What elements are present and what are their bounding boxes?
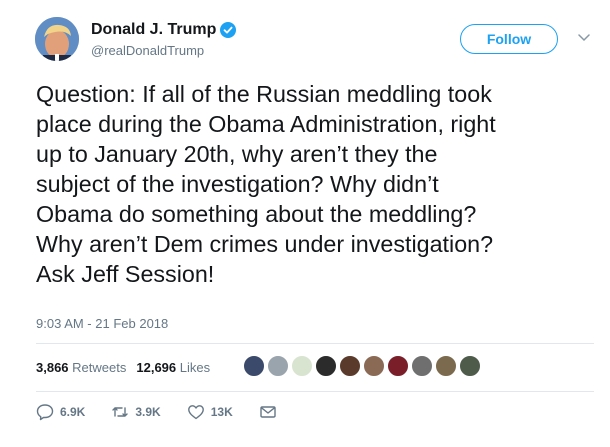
reply-icon	[36, 404, 54, 421]
liker-avatar[interactable]	[435, 355, 457, 377]
retweet-count: 3.9K	[135, 405, 161, 419]
tweet-card: Donald J. Trump @realDonaldTrump Follow …	[0, 0, 610, 447]
liker-avatar[interactable]	[339, 355, 361, 377]
like-count: 13K	[210, 405, 233, 419]
likes-label: Likes	[179, 360, 211, 375]
envelope-icon	[260, 406, 276, 418]
divider	[36, 391, 594, 392]
retweet-button[interactable]: 3.9K	[111, 403, 161, 421]
reply-button[interactable]: 6.9K	[36, 403, 85, 421]
user-handle[interactable]: @realDonaldTrump	[91, 43, 204, 58]
avatar[interactable]	[35, 17, 79, 61]
reply-count: 6.9K	[60, 405, 86, 419]
tweet-timestamp[interactable]: 9:03 AM - 21 Feb 2018	[36, 316, 168, 331]
name-row: Donald J. Trump	[91, 19, 237, 41]
likes-count: 12,696	[136, 360, 177, 375]
retweets-label: Retweets	[72, 360, 127, 375]
divider	[36, 343, 594, 344]
tweet-actions: 6.9K 3.9K 13K	[36, 403, 309, 421]
liker-avatars	[243, 355, 483, 377]
liker-avatar[interactable]	[291, 355, 313, 377]
liker-avatar[interactable]	[459, 355, 481, 377]
liker-avatar[interactable]	[411, 355, 433, 377]
chevron-down-icon[interactable]	[578, 34, 590, 42]
tweet-text: Question: If all of the Russian meddling…	[36, 81, 496, 287]
like-button[interactable]: 13K	[187, 403, 233, 421]
retweet-icon	[112, 407, 129, 417]
follow-button[interactable]: Follow	[460, 24, 558, 54]
liker-avatar[interactable]	[387, 355, 409, 377]
likes-stat[interactable]: 12,696 Likes	[136, 360, 210, 375]
retweets-count: 3,866	[36, 360, 69, 375]
direct-message-button[interactable]	[259, 403, 283, 421]
tweet-stats: 3,866 Retweets 12,696 Likes	[36, 360, 220, 375]
liker-avatar[interactable]	[243, 355, 265, 377]
liker-avatar[interactable]	[363, 355, 385, 377]
liker-avatar[interactable]	[267, 355, 289, 377]
heart-icon	[187, 405, 204, 420]
liker-avatar[interactable]	[315, 355, 337, 377]
display-name[interactable]: Donald J. Trump	[91, 21, 216, 39]
verified-badge-icon	[220, 22, 237, 38]
retweets-stat[interactable]: 3,866 Retweets	[36, 360, 126, 375]
